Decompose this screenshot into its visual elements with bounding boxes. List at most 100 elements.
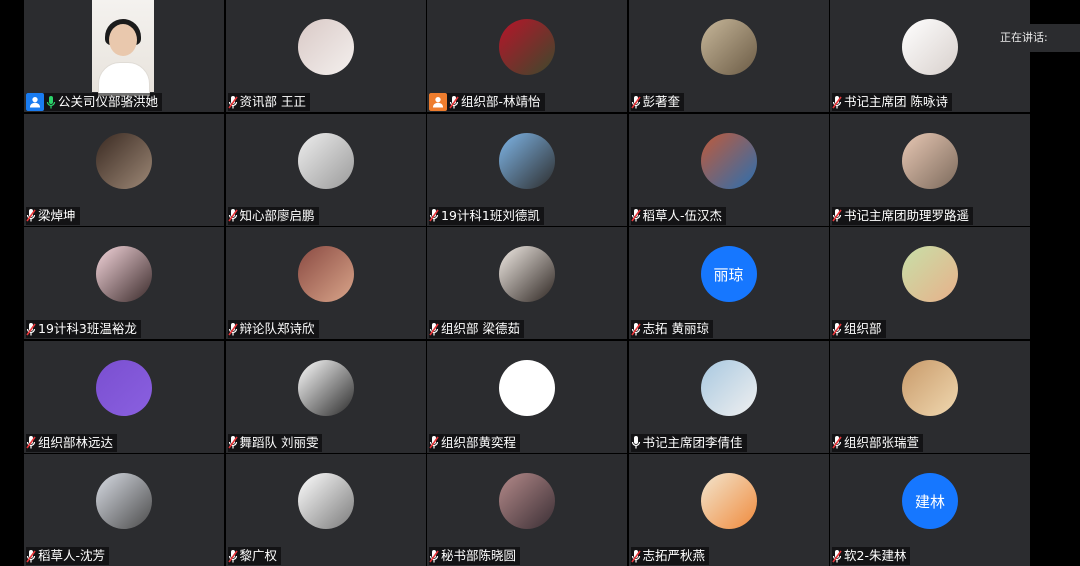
avatar	[700, 19, 757, 75]
avatar	[902, 359, 958, 416]
avatar	[96, 473, 152, 529]
participant-name: 组织部黄奕程	[441, 434, 517, 450]
avatar	[499, 19, 555, 75]
participant-tile[interactable]: 资讯部 王正	[225, 0, 426, 112]
name-label: 彭著奎	[630, 93, 685, 111]
name-label: 19计科1班刘德凯	[429, 206, 544, 225]
avatar	[499, 246, 555, 302]
avatar	[700, 359, 757, 416]
participant-tile[interactable]: 组织部林远达	[24, 340, 224, 453]
participant-tile[interactable]: 知心部廖启鹏	[225, 113, 426, 226]
avatar	[499, 473, 555, 529]
speaking-indicator: 正在讲话:	[990, 24, 1080, 52]
participant-name: 公关司仪部骆洪她	[58, 94, 159, 109]
participant-name: 软2-朱建林	[844, 548, 907, 563]
participant-tile[interactable]: 组织部-林靖怡	[427, 0, 627, 112]
participant-name: 知心部廖启鹏	[239, 207, 315, 223]
participant-tile[interactable]: 稻草人-伍汉杰	[628, 113, 829, 226]
avatar	[700, 473, 757, 529]
name-label: 书记主席团 陈咏诗	[832, 93, 952, 111]
participant-name: 稻草人-沈芳	[38, 548, 106, 563]
mic-muted-icon	[26, 549, 36, 564]
person-icon	[26, 93, 44, 111]
participant-tile[interactable]: 志拓严秋燕	[628, 454, 829, 566]
mic-muted-icon	[832, 435, 842, 450]
participant-name: 书记主席团李倩佳	[642, 434, 743, 450]
name-label: 组织部 梁德茹	[429, 320, 524, 338]
participant-tile[interactable]: 组织部黄奕程	[427, 340, 627, 453]
mic-muted-icon	[630, 549, 641, 564]
mic-muted-icon	[227, 435, 238, 450]
mic-muted-icon	[227, 95, 238, 110]
mic-muted-icon	[630, 322, 641, 337]
name-label: 稻草人-沈芳	[26, 547, 110, 565]
person-icon	[429, 93, 447, 111]
name-label: 书记主席团李倩佳	[630, 433, 747, 452]
participant-tile[interactable]: 19计科3班温裕龙	[24, 227, 224, 339]
participant-name: 书记主席团 陈咏诗	[844, 94, 948, 109]
avatar: 建林	[902, 473, 958, 529]
avatar	[96, 132, 152, 189]
participant-tile[interactable]: 秘书部陈晓圆	[427, 454, 627, 566]
participant-tile[interactable]: 辩论队郑诗欣	[225, 227, 426, 339]
participant-tile[interactable]: 丽琼 志拓 黄丽琼	[628, 227, 829, 339]
mic-muted-icon	[227, 322, 238, 337]
avatar	[297, 473, 354, 529]
mic-muted-icon	[630, 95, 641, 110]
participant-tile[interactable]: 彭著奎	[628, 0, 829, 112]
participant-name: 彭著奎	[642, 94, 681, 109]
name-label: 稻草人-伍汉杰	[630, 206, 727, 225]
avatar	[902, 246, 958, 302]
name-label: 组织部张瑞萱	[832, 433, 924, 452]
participant-tile[interactable]: 梁焯坤	[24, 113, 224, 226]
name-label: 组织部-林靖怡	[429, 93, 545, 111]
participant-name: 组织部林远达	[38, 434, 114, 450]
participant-tile[interactable]: 建林软2-朱建林	[830, 454, 1030, 566]
participant-tile[interactable]: 黎广权	[225, 454, 426, 566]
name-label: 舞蹈队 刘丽雯	[227, 433, 323, 452]
name-label: 软2-朱建林	[832, 547, 911, 565]
video-feed	[92, 0, 154, 96]
avatar	[297, 359, 354, 416]
name-label: 组织部	[832, 320, 886, 338]
participant-tile[interactable]: 公关司仪部骆洪她	[24, 0, 224, 112]
mic-muted-icon	[227, 208, 238, 223]
avatar	[96, 359, 152, 416]
participant-name: 梁焯坤	[38, 207, 76, 223]
mic-icon	[631, 435, 641, 450]
mic-muted-icon	[630, 208, 641, 223]
participant-name: 舞蹈队 刘丽雯	[239, 434, 319, 450]
participant-tile[interactable]: 组织部	[830, 227, 1030, 339]
participant-tile[interactable]: 书记主席团 陈咏诗	[830, 0, 1030, 112]
participant-name: 组织部张瑞萱	[844, 434, 920, 450]
participant-tile[interactable]: 书记主席团李倩佳	[628, 340, 829, 453]
participant-name: 19计科1班刘德凯	[441, 207, 540, 223]
avatar	[499, 359, 555, 416]
name-label: 组织部黄奕程	[429, 433, 521, 452]
mic-muted-icon	[429, 435, 439, 450]
mic-icon	[46, 95, 56, 110]
name-label: 公关司仪部骆洪她	[26, 93, 163, 111]
avatar-initials: 建林	[914, 492, 945, 511]
participant-name: 资讯部 王正	[239, 94, 306, 109]
mic-muted-icon	[449, 95, 459, 110]
mic-muted-icon	[26, 322, 36, 337]
name-label: 志拓 黄丽琼	[630, 320, 713, 338]
participant-name: 组织部	[844, 321, 882, 336]
participant-grid: 公关司仪部骆洪她 资讯部 王正 组织部-林靖怡 彭著奎 书记主席团 陈咏诗梁焯坤 知心部廖…	[24, 0, 1030, 566]
participant-tile[interactable]: 书记主席团助理罗路遥	[830, 113, 1030, 226]
participant-tile[interactable]: 19计科1班刘德凯	[427, 113, 627, 226]
participant-tile[interactable]: 组织部张瑞萱	[830, 340, 1030, 453]
participant-tile[interactable]: 舞蹈队 刘丽雯	[225, 340, 426, 453]
avatar	[902, 19, 958, 75]
name-label: 19计科3班温裕龙	[26, 320, 141, 338]
participant-tile[interactable]: 稻草人-沈芳	[24, 454, 224, 566]
participant-name: 19计科3班温裕龙	[38, 321, 137, 336]
name-label: 书记主席团助理罗路遥	[832, 206, 974, 225]
avatar	[902, 132, 958, 189]
participant-name: 辩论队郑诗欣	[239, 321, 315, 336]
avatar	[700, 132, 757, 189]
participant-name: 组织部 梁德茹	[441, 321, 520, 336]
name-label: 黎广权	[227, 547, 282, 565]
participant-tile[interactable]: 组织部 梁德茹	[427, 227, 627, 339]
